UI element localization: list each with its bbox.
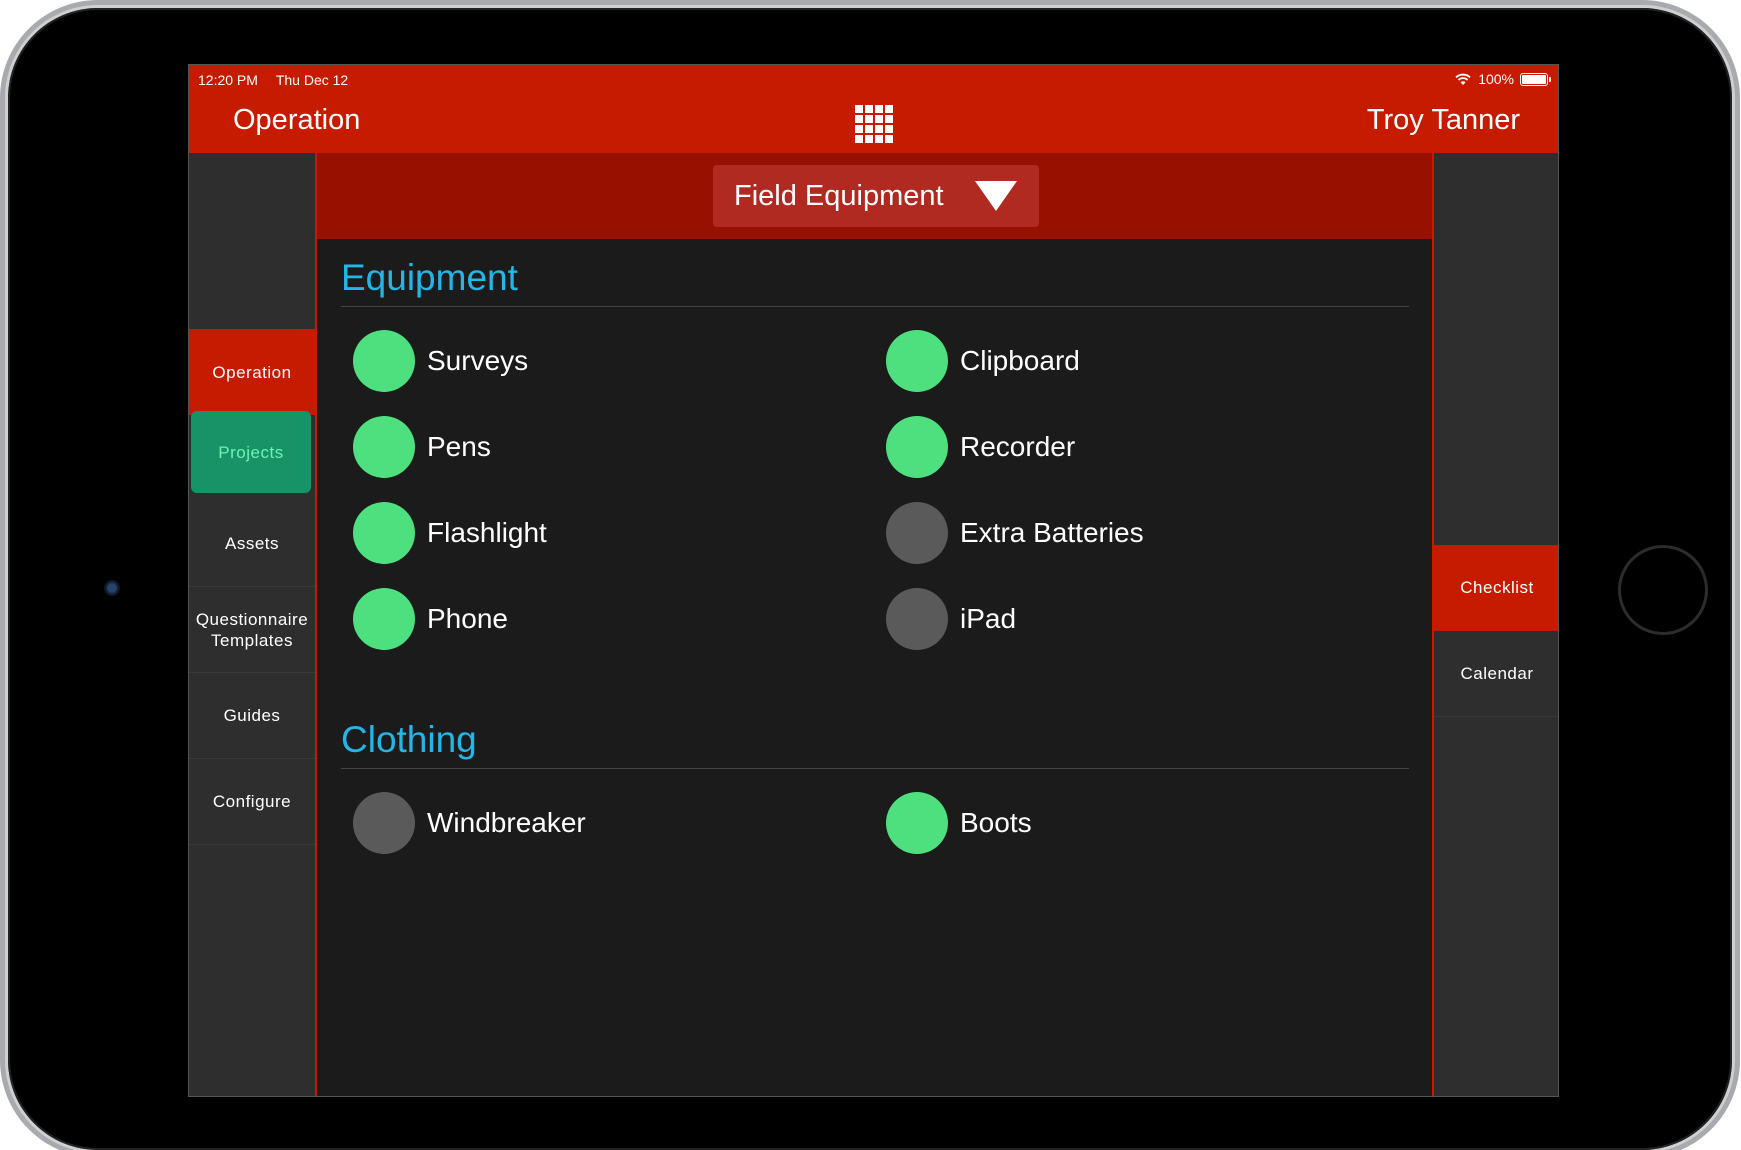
status-bar: 12:20 PM Thu Dec 12 100% <box>189 65 1558 95</box>
item-label: Extra Batteries <box>960 517 1144 548</box>
item-label: Surveys <box>427 345 529 376</box>
sidebar-item-questionnaire-templates[interactable]: Questionnaire Templates <box>189 587 315 673</box>
section-title-clothing: Clothing <box>341 719 477 760</box>
checklist-panel: Field Equipment Equipment Surveys Clipbo… <box>315 153 1434 1096</box>
caret-down-icon <box>975 181 1017 211</box>
sidebar-item-operation[interactable]: Operation <box>189 329 315 415</box>
checklist-item-boots[interactable]: Boots <box>886 792 1032 854</box>
item-label: iPad <box>960 603 1017 634</box>
left-sidebar: Operation Projects Assets Questionnaire … <box>189 153 315 1096</box>
dropdown-label: Field Equipment <box>734 179 944 212</box>
item-label: Windbreaker <box>427 807 586 838</box>
checklist-item-phone[interactable]: Phone <box>353 588 508 650</box>
status-date: Thu Dec 12 <box>275 72 349 88</box>
checklist-item-ipad[interactable]: iPad <box>886 588 1016 650</box>
battery-icon <box>1520 72 1551 86</box>
status-dot[interactable] <box>353 416 415 478</box>
checklist-item-extra-batteries[interactable]: Extra Batteries <box>886 502 1144 564</box>
item-label: Phone <box>427 603 508 634</box>
category-dropdown[interactable]: Field Equipment <box>713 165 1039 227</box>
tab-checklist[interactable]: Checklist <box>1434 545 1558 631</box>
checklist-item-surveys[interactable]: Surveys <box>353 330 528 392</box>
home-button[interactable] <box>1618 545 1708 635</box>
checklist-item-clipboard[interactable]: Clipboard <box>886 330 1080 392</box>
item-label: Clipboard <box>960 345 1080 376</box>
section-divider <box>341 306 1409 307</box>
status-dot[interactable] <box>886 330 948 392</box>
checklist-item-windbreaker[interactable]: Windbreaker <box>353 792 586 854</box>
section-divider <box>341 768 1409 769</box>
panel-header: Field Equipment <box>317 153 1432 239</box>
status-time: 12:20 PM <box>198 72 258 88</box>
status-dot[interactable] <box>886 792 948 854</box>
grid-icon[interactable] <box>855 105 893 143</box>
sidebar-item-guides[interactable]: Guides <box>189 673 315 759</box>
item-label: Pens <box>427 431 491 462</box>
status-dot[interactable] <box>886 588 948 650</box>
status-dot[interactable] <box>353 330 415 392</box>
status-dot[interactable] <box>353 588 415 650</box>
checklist-item-pens[interactable]: Pens <box>353 416 491 478</box>
checklist-item-flashlight[interactable]: Flashlight <box>353 502 547 564</box>
right-sidebar: Checklist Calendar <box>1434 153 1558 1096</box>
battery-percent: 100% <box>1478 71 1514 87</box>
tab-calendar[interactable]: Calendar <box>1434 631 1558 717</box>
top-bar: 12:20 PM Thu Dec 12 100% Operation Troy … <box>189 65 1558 153</box>
sidebar-item-assets[interactable]: Assets <box>189 501 315 587</box>
user-name-button[interactable]: Troy Tanner <box>1367 104 1520 137</box>
status-dot[interactable] <box>353 502 415 564</box>
nav-title: Operation <box>233 104 361 136</box>
status-dot[interactable] <box>886 416 948 478</box>
sidebar-item-configure[interactable]: Configure <box>189 759 315 845</box>
item-label: Flashlight <box>427 517 547 548</box>
sidebar-item-projects[interactable]: Projects <box>191 411 311 493</box>
section-title-equipment: Equipment <box>341 257 518 298</box>
item-label: Boots <box>960 807 1032 838</box>
checklist-item-recorder[interactable]: Recorder <box>886 416 1075 478</box>
front-camera <box>104 580 120 596</box>
item-label: Recorder <box>960 431 1076 462</box>
status-dot[interactable] <box>886 502 948 564</box>
status-dot[interactable] <box>353 792 415 854</box>
app-screen: 12:20 PM Thu Dec 12 100% Operation Troy … <box>188 64 1559 1097</box>
wifi-icon <box>1455 73 1471 85</box>
